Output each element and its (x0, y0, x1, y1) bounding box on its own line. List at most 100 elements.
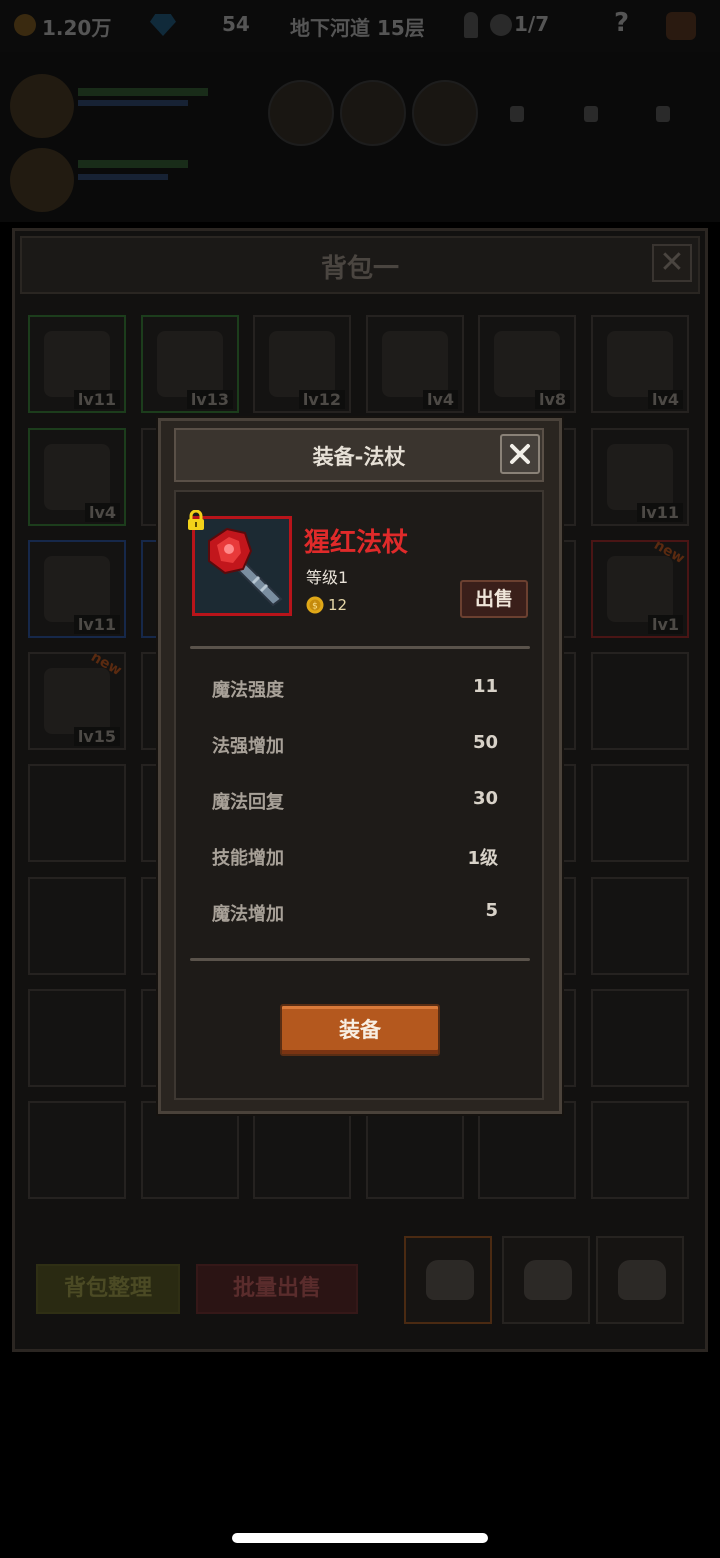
backpack-icon (618, 1260, 666, 1300)
hero-1-hp-bar (78, 88, 208, 96)
item-price: 12 (328, 596, 348, 614)
skull-icon (490, 14, 512, 36)
item-icon (494, 331, 560, 397)
skill-slot-1[interactable] (268, 80, 334, 146)
inventory-slot[interactable]: lv11 (591, 428, 689, 526)
help-icon[interactable]: ? (614, 8, 629, 38)
home-indicator[interactable] (232, 1533, 488, 1543)
hero-2-hp-bar (78, 160, 188, 168)
skill-slot-3[interactable] (412, 80, 478, 146)
bag-tab-1[interactable] (404, 1236, 492, 1324)
stat-value: 5 (485, 900, 498, 921)
dialog-close-button[interactable] (500, 434, 540, 474)
backpack-icon (524, 1260, 572, 1300)
top-status-bar: 1.20万 54 地下河道 15层 1/7 ? (0, 0, 720, 52)
item-level: 等级1 (306, 568, 349, 587)
inventory-slot[interactable] (591, 764, 689, 862)
inventory-slot[interactable] (28, 877, 126, 975)
item-level-label: lv8 (534, 390, 570, 409)
item-level-label: lv4 (84, 503, 120, 522)
stat-label: 技能增加 (212, 848, 284, 869)
lock-icon[interactable] (187, 510, 205, 530)
sort-bag-button[interactable]: 背包整理 (36, 1264, 180, 1314)
inventory-slot[interactable] (591, 989, 689, 1087)
inventory-slot[interactable] (591, 1101, 689, 1199)
item-icon (157, 331, 223, 397)
item-icon (607, 556, 673, 622)
batch-sell-button[interactable]: 批量出售 (196, 1264, 358, 1314)
stat-label: 魔法增加 (212, 904, 284, 925)
svg-text:$: $ (312, 602, 318, 612)
hero-1-mp-bar (78, 100, 188, 106)
inventory-slot[interactable]: lv1 new (591, 537, 689, 638)
inventory-slot[interactable]: lv15 new (28, 649, 126, 750)
divider (190, 646, 530, 649)
inventory-slot[interactable]: lv4 (591, 315, 689, 413)
equip-button[interactable]: 装备 (280, 1004, 440, 1056)
item-icon (44, 556, 110, 622)
hero-area (0, 52, 720, 222)
stat-value: 11 (472, 676, 498, 697)
lock-icon (584, 106, 598, 122)
settings-icon[interactable] (666, 12, 696, 40)
inventory-slot[interactable] (591, 877, 689, 975)
item-level-label: lv13 (186, 390, 233, 409)
item-level-label: lv11 (636, 503, 683, 522)
inventory-slot[interactable]: lv4 (28, 428, 126, 526)
stat-label: 法强增加 (212, 736, 284, 757)
inventory-slot[interactable] (28, 764, 126, 862)
stat-label: 魔法强度 (212, 680, 284, 701)
item-level-label: lv1 (647, 615, 683, 634)
item-icon-frame (192, 516, 292, 616)
item-level-label: lv12 (298, 390, 345, 409)
item-icon (44, 444, 110, 510)
item-icon (269, 331, 335, 397)
item-icon (607, 331, 673, 397)
inventory-slot[interactable] (591, 652, 689, 750)
item-level-label: lv15 (73, 727, 120, 746)
item-level-label: lv11 (73, 615, 120, 634)
inventory-slot[interactable] (253, 1101, 351, 1199)
close-icon (510, 444, 530, 464)
item-icon (607, 444, 673, 510)
bag-tab-3[interactable] (596, 1236, 684, 1324)
inventory-slot[interactable] (28, 1101, 126, 1199)
hero-2-mp-bar (78, 174, 168, 180)
crimson-staff-icon (195, 519, 289, 613)
stat-value: 30 (472, 788, 498, 809)
item-level-label: lv11 (73, 390, 120, 409)
inventory-slot[interactable]: lv13 (141, 315, 239, 413)
gem-amount: 54 (222, 12, 250, 36)
key-count: 1/7 (514, 12, 550, 36)
item-level-label: lv4 (647, 390, 683, 409)
gold-coin-icon (14, 14, 36, 36)
bag-close-button[interactable]: ✕ (652, 244, 692, 282)
sell-button[interactable]: 出售 (460, 580, 528, 618)
item-name: 猩红法杖 (304, 528, 409, 558)
divider (190, 958, 530, 961)
key-icon (464, 12, 478, 38)
inventory-slot[interactable]: lv12 (253, 315, 351, 413)
dungeon-location: 地下河道 15层 (290, 16, 425, 40)
hero-avatar-2[interactable] (10, 148, 74, 212)
coin-icon: $ (306, 596, 324, 614)
dialog-title: 装备-法杖 (312, 445, 406, 469)
bag-title: 背包一 (320, 254, 399, 284)
bag-tab-2[interactable] (502, 1236, 590, 1324)
item-level-label: lv4 (422, 390, 458, 409)
skill-slot-2[interactable] (340, 80, 406, 146)
stat-value: 1级 (467, 848, 498, 869)
inventory-slot[interactable]: lv11 (28, 540, 126, 638)
item-icon (44, 668, 110, 734)
inventory-slot[interactable]: lv8 (478, 315, 576, 413)
item-icon (44, 331, 110, 397)
inventory-slot[interactable] (28, 989, 126, 1087)
inventory-slot[interactable]: lv4 (366, 315, 464, 413)
inventory-slot[interactable] (141, 1101, 239, 1199)
inventory-slot[interactable]: lv11 (28, 315, 126, 413)
lock-icon (510, 106, 524, 122)
item-icon (382, 331, 448, 397)
inventory-slot[interactable] (478, 1101, 576, 1199)
inventory-slot[interactable] (366, 1101, 464, 1199)
hero-avatar-1[interactable] (10, 74, 74, 138)
